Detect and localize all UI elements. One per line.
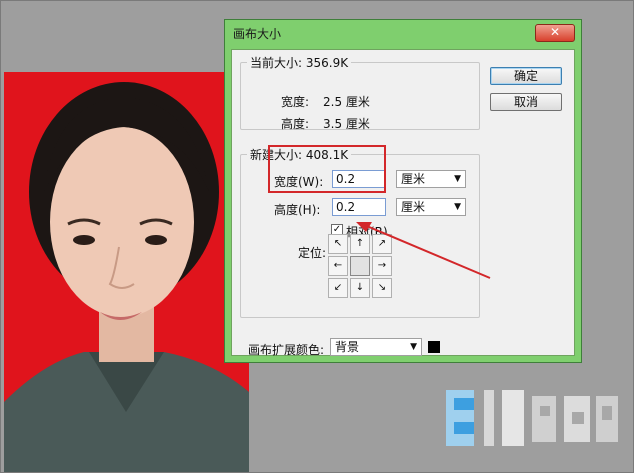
new-height-input[interactable]: 0.2 xyxy=(332,198,386,216)
new-height-unit-value: 厘米 xyxy=(401,200,426,214)
anchor-grid: ↖ ↑ ↗ ← → ↙ ↓ ↘ xyxy=(328,234,394,300)
current-size-group: 当前大小: 356.9K 宽度: 2.5 厘米 高度: 3.5 厘米 xyxy=(240,54,480,131)
current-width-value: 2.5 厘米 xyxy=(323,95,370,109)
chevron-down-icon: ▼ xyxy=(454,202,461,212)
anchor-top-right-icon[interactable]: ↗ xyxy=(372,234,392,254)
ok-button[interactable]: 确定 xyxy=(490,67,562,85)
annotation-box xyxy=(268,145,386,193)
anchor-label: 定位: xyxy=(298,246,327,260)
current-height-label: 高度: xyxy=(281,117,310,131)
cancel-button-label: 取消 xyxy=(513,95,538,109)
anchor-top-icon[interactable]: ↑ xyxy=(350,234,370,254)
dialog-client: 当前大小: 356.9K 宽度: 2.5 厘米 高度: 3.5 厘米 确定 取消… xyxy=(231,49,575,357)
chevron-down-icon: ▼ xyxy=(454,174,461,184)
current-width-label: 宽度: xyxy=(281,95,310,109)
anchor-top-left-icon[interactable]: ↖ xyxy=(328,234,348,254)
new-height-unit-select[interactable]: 厘米 ▼ xyxy=(396,198,466,216)
anchor-bottom-icon[interactable]: ↓ xyxy=(350,278,370,298)
anchor-right-icon[interactable]: → xyxy=(372,256,392,276)
extension-color-swatch[interactable] xyxy=(428,341,440,353)
new-width-unit-select[interactable]: 厘米 ▼ xyxy=(396,170,466,188)
new-height-label: 高度(H): xyxy=(274,203,321,217)
close-icon: ✕ xyxy=(549,25,561,39)
extension-color-select[interactable]: 背景 ▼ xyxy=(330,338,422,356)
extension-color-label: 画布扩展颜色: xyxy=(248,343,325,357)
dialog-title: 画布大小 xyxy=(233,26,282,41)
cancel-button[interactable]: 取消 xyxy=(490,93,562,111)
current-size-legend: 当前大小: 356.9K xyxy=(250,56,349,70)
close-button[interactable]: ✕ xyxy=(535,24,575,42)
anchor-bottom-left-icon[interactable]: ↙ xyxy=(328,278,348,298)
chevron-down-icon: ▼ xyxy=(410,342,417,352)
dialog-titlebar[interactable]: 画布大小 xyxy=(225,20,581,46)
anchor-center-icon[interactable] xyxy=(350,256,370,276)
portrait-photo xyxy=(4,72,249,472)
anchor-bottom-right-icon[interactable]: ↘ xyxy=(372,278,392,298)
anchor-left-icon[interactable]: ← xyxy=(328,256,348,276)
ok-button-label: 确定 xyxy=(513,69,538,83)
extension-color-value: 背景 xyxy=(335,340,360,354)
new-width-unit-value: 厘米 xyxy=(401,172,426,186)
current-height-value: 3.5 厘米 xyxy=(323,117,370,131)
watermark-logo xyxy=(436,372,626,468)
